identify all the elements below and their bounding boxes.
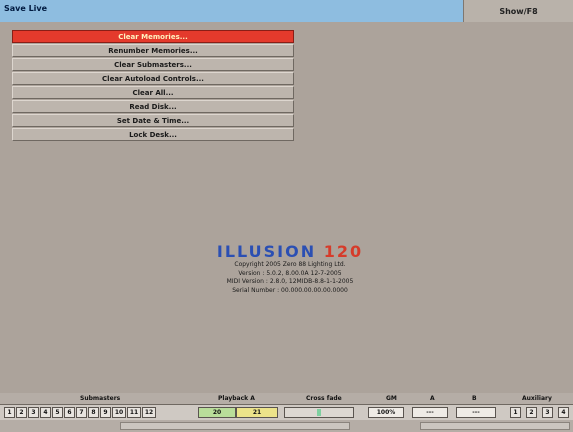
- playback-label: Playback A: [218, 395, 255, 402]
- clear-submasters-button[interactable]: Clear Submasters...: [12, 58, 294, 71]
- lock-desk-button[interactable]: Lock Desk...: [12, 128, 294, 141]
- channel-status-bar: 1 2 3 4 5 6 7 8 9 10 11 12 20 21 100% --…: [0, 404, 573, 420]
- crossfade-bar[interactable]: [284, 407, 354, 418]
- submaster-12[interactable]: 12: [142, 407, 156, 418]
- aux-2[interactable]: 2: [526, 407, 537, 418]
- set-date-time-button[interactable]: Set Date & Time...: [12, 114, 294, 127]
- read-disk-button[interactable]: Read Disk...: [12, 100, 294, 113]
- submaster-7[interactable]: 7: [76, 407, 87, 418]
- status-label-row: Submasters Playback A Cross fade GM A B …: [0, 393, 573, 404]
- submaster-10[interactable]: 10: [112, 407, 126, 418]
- function-menu: Clear Memories... Renumber Memories... C…: [12, 30, 294, 142]
- crossfade-indicator: [317, 409, 321, 416]
- playback-x-field[interactable]: 20: [198, 407, 236, 418]
- crossfade-label: Cross fade: [306, 395, 342, 402]
- footer-status-area: [420, 422, 570, 430]
- version-text: Version : 5.0.2, 8.00.0A 12-7-2005: [238, 269, 342, 277]
- logo-wordmark: ILLUSION: [216, 242, 317, 261]
- show-f8-button[interactable]: Show/F8: [463, 0, 573, 22]
- submaster-1[interactable]: 1: [4, 407, 15, 418]
- grand-master-field[interactable]: 100%: [368, 407, 404, 418]
- aux-3[interactable]: 3: [542, 407, 553, 418]
- logo-model-number: 120: [323, 242, 364, 261]
- submaster-11[interactable]: 11: [127, 407, 141, 418]
- clear-all-button[interactable]: Clear All...: [12, 86, 294, 99]
- title-bar: Save Live Show/F8: [0, 0, 573, 22]
- b-field[interactable]: ---: [456, 407, 496, 418]
- midi-version-text: MIDI Version : 2.8.0, 12MIDB-8.8-1-1-200…: [226, 278, 354, 285]
- grand-master-label: GM: [386, 395, 397, 402]
- submaster-2[interactable]: 2: [16, 407, 27, 418]
- aux-1[interactable]: 1: [510, 407, 521, 418]
- clear-memories-button[interactable]: Clear Memories...: [12, 30, 294, 43]
- submaster-6[interactable]: 6: [64, 407, 75, 418]
- renumber-memories-button[interactable]: Renumber Memories...: [12, 44, 294, 57]
- clear-autoload-controls-button[interactable]: Clear Autoload Controls...: [12, 72, 294, 85]
- footer-message-area: [120, 422, 350, 430]
- illusion-logo: ILLUSION 120: [190, 242, 390, 261]
- playback-y-field[interactable]: 21: [236, 407, 278, 418]
- window-title: Save Live: [4, 4, 48, 13]
- auxiliary-label: Auxiliary: [522, 395, 552, 402]
- aux-4[interactable]: 4: [558, 407, 569, 418]
- submaster-4[interactable]: 4: [40, 407, 51, 418]
- submaster-9[interactable]: 9: [100, 407, 111, 418]
- a-field[interactable]: ---: [412, 407, 448, 418]
- serial-number-text: Serial Number : 00.000.00.00.00.0000: [232, 286, 348, 294]
- submaster-3[interactable]: 3: [28, 407, 39, 418]
- footer-strip: [0, 420, 573, 432]
- b-label: B: [472, 395, 477, 402]
- submaster-8[interactable]: 8: [88, 407, 99, 418]
- about-panel: ILLUSION 120 Copyright 2005 Zero 88 Ligh…: [190, 242, 390, 295]
- copyright-text: Copyright 2005 Zero 88 Lighting Ltd.: [234, 261, 346, 268]
- submasters-label: Submasters: [80, 395, 121, 402]
- a-label: A: [430, 395, 435, 402]
- submaster-5[interactable]: 5: [52, 407, 63, 418]
